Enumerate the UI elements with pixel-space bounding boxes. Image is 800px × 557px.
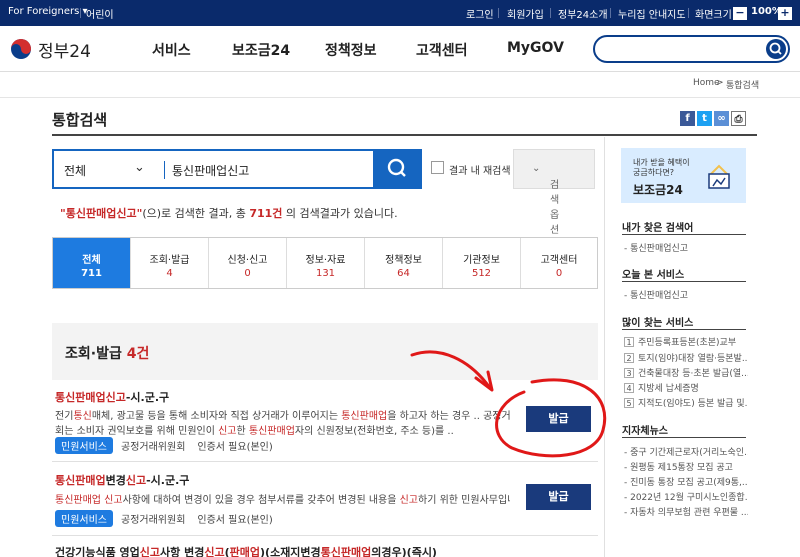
site-logo[interactable]: 정부24: [38, 37, 91, 62]
header-search-button[interactable]: [766, 39, 786, 59]
local-news-item[interactable]: - 중구 기간제근로자(거리노숙인...: [624, 445, 748, 458]
divider: [80, 8, 81, 18]
my-search-title: 내가 찾은 검색어: [622, 223, 694, 234]
print-icon[interactable]: ⎙: [731, 111, 746, 126]
local-news-item[interactable]: - 2022년 12월 구미시노인종합...: [624, 490, 748, 503]
popular-service-item[interactable]: 5 지적도(임야도) 등본 발급 및...: [624, 396, 748, 409]
tab-inquiry-issue[interactable]: 조회·발급 4: [131, 238, 209, 288]
divider: [610, 8, 611, 18]
popular-service-item[interactable]: 3 건축물대장 등·초본 발급(열...: [624, 366, 748, 379]
local-news-title: 지자체뉴스: [622, 426, 668, 437]
tab-policy-info[interactable]: 정책정보 64: [365, 238, 443, 288]
cert-required: 인증서 필요(본인): [197, 442, 273, 453]
tab-agency-info[interactable]: 기관정보 512: [443, 238, 521, 288]
category-tabs: 전체 711 조회·발급 4 신청·신고 0 정보·자료 131 정책정보 64 기관정보…: [52, 237, 598, 289]
tab-customer-center[interactable]: 고객센터 0: [521, 238, 597, 288]
issue-button[interactable]: 발급: [526, 484, 591, 510]
divider: [688, 8, 689, 18]
zoom-out-button[interactable]: −: [733, 7, 747, 20]
divider: [52, 134, 757, 136]
login-link[interactable]: 로그인: [466, 6, 494, 21]
local-news-item[interactable]: - 원평동 제15통장 모집 공고: [624, 460, 748, 473]
nav-policy-info[interactable]: 정책정보: [325, 40, 377, 60]
local-news-item[interactable]: - 진미동 통장 모집 공고(제9통,...: [624, 475, 748, 488]
divider: [52, 535, 598, 536]
divider: [52, 461, 598, 462]
nav-customer-center[interactable]: 고객센터: [416, 40, 468, 60]
local-news-item[interactable]: - 자동차 의무보험 관련 우편물 ...: [624, 505, 748, 518]
popular-services-title: 많이 찾는 서비스: [622, 318, 694, 329]
tab-info-data[interactable]: 정보·자료 131: [287, 238, 365, 288]
divider: [622, 329, 746, 330]
search-icon: [769, 42, 782, 55]
result-title-link[interactable]: 통신판매업신고-시.군.구: [55, 389, 169, 405]
nav-subsidy24[interactable]: 보조금24: [232, 40, 290, 60]
zoom-label: 화면크기: [695, 10, 732, 21]
breadcrumb-separator: >: [716, 78, 724, 88]
search-scope-select[interactable]: 전체: [64, 162, 86, 179]
search-options-button[interactable]: 검색옵션 ⌄: [513, 149, 595, 236]
section-title: 조회·발급 4건: [65, 346, 150, 362]
cert-required: 인증서 필요(본인): [197, 515, 273, 526]
kids-link[interactable]: 어린이: [86, 6, 114, 21]
twitter-share-icon[interactable]: t: [697, 111, 712, 126]
chevron-down-icon[interactable]: ⌄: [134, 160, 145, 175]
facebook-share-icon[interactable]: f: [680, 111, 695, 126]
search-button[interactable]: [373, 149, 422, 189]
service-badge: 민원서비스: [55, 437, 113, 454]
for-foreigners-link[interactable]: For Foreigners ▾: [8, 6, 88, 17]
taeguk-logo-icon[interactable]: [8, 38, 34, 60]
popular-service-item[interactable]: 2 토지(임야)대장 열람·등본발...: [624, 351, 748, 364]
popular-service-item[interactable]: 1 주민등록표등본(초본)교부: [624, 335, 748, 348]
result-title-link[interactable]: 통신판매업변경신고-시.군.구: [55, 472, 189, 488]
agency-name: 공정거래위원회: [121, 515, 186, 526]
search-within-checkbox[interactable]: [431, 161, 444, 174]
divider: [164, 161, 165, 179]
link-share-icon[interactable]: ∞: [714, 111, 729, 126]
result-description: 전기통신매체, 광고물 등을 통해 소비자와 직접 상거래가 이루어지는 통신판…: [55, 411, 510, 422]
zoom-in-button[interactable]: +: [778, 7, 792, 20]
result-meta: 민원서비스 공정거래위원회 인증서 필요(본인): [55, 437, 273, 454]
tab-apply-report[interactable]: 신청·신고 0: [209, 238, 287, 288]
divider: [498, 8, 499, 18]
sidebar-divider: [604, 137, 605, 557]
page-title: 통합검색: [52, 111, 108, 129]
header-search-input[interactable]: [593, 35, 790, 63]
service-badge: 민원서비스: [55, 510, 113, 527]
search-within-label: 결과 내 재검색: [449, 166, 511, 177]
divider: [622, 437, 746, 438]
issue-button[interactable]: 발급: [526, 406, 591, 432]
result-description: 통신판매업 신고사항에 대하여 변경이 있을 경우 첨부서류를 갖추어 변경된 …: [55, 495, 510, 506]
divider: [550, 8, 551, 18]
result-title-link[interactable]: 건강기능식품 영업신고사항 변경신고(판매업)(소재지변경통신판매업의경우)(즉…: [55, 544, 437, 557]
sitemap-link[interactable]: 누리집 안내지도: [618, 6, 686, 21]
today-viewed-title: 오늘 본 서비스: [622, 270, 685, 281]
search-icon: [387, 158, 406, 177]
divider: [0, 97, 800, 98]
signup-link[interactable]: 회원가입: [507, 6, 544, 21]
utility-bar: For Foreigners ▾ 어린이 로그인 회원가입 정부24소개 누리집…: [0, 0, 800, 26]
search-box: 전체 ⌄ 통신판매업신고: [52, 149, 422, 189]
summary-keyword: 통신판매업신고: [65, 207, 137, 220]
result-description: 회는 소비자 권익보호를 위해 민원인이 신고한 통신판매업자의 신원정보(전화…: [55, 426, 454, 437]
subsidy24-banner[interactable]: 내가 받을 혜택이 궁금하다면? 보조금24: [621, 148, 746, 203]
today-viewed-item[interactable]: - 통신판매업신고: [624, 288, 748, 301]
about-link[interactable]: 정부24소개: [558, 6, 608, 21]
agency-name: 공정거래위원회: [121, 442, 186, 453]
tab-all[interactable]: 전체 711: [53, 238, 131, 288]
nav-mygov[interactable]: MyGOV: [507, 40, 564, 56]
site-header: 정부24 서비스 보조금24 정책정보 고객센터 MyGOV: [0, 26, 800, 72]
gift-box-icon: [708, 164, 730, 189]
divider: [622, 281, 746, 282]
breadcrumb-current: 통합검색: [726, 81, 760, 91]
my-search-item[interactable]: - 통신판매업신고: [624, 241, 748, 254]
divider: [622, 234, 746, 235]
search-input[interactable]: 통신판매업신고: [172, 162, 249, 179]
result-meta: 민원서비스 공정거래위원회 인증서 필요(본인): [55, 510, 273, 527]
summary-total: 711건: [249, 207, 283, 220]
nav-services[interactable]: 서비스: [152, 40, 191, 60]
search-summary: "통신판매업신고"(으)로 검색한 결과, 총 711건 의 검색결과가 있습니…: [60, 207, 398, 220]
popular-service-item[interactable]: 4 지방세 납세증명: [624, 381, 748, 394]
